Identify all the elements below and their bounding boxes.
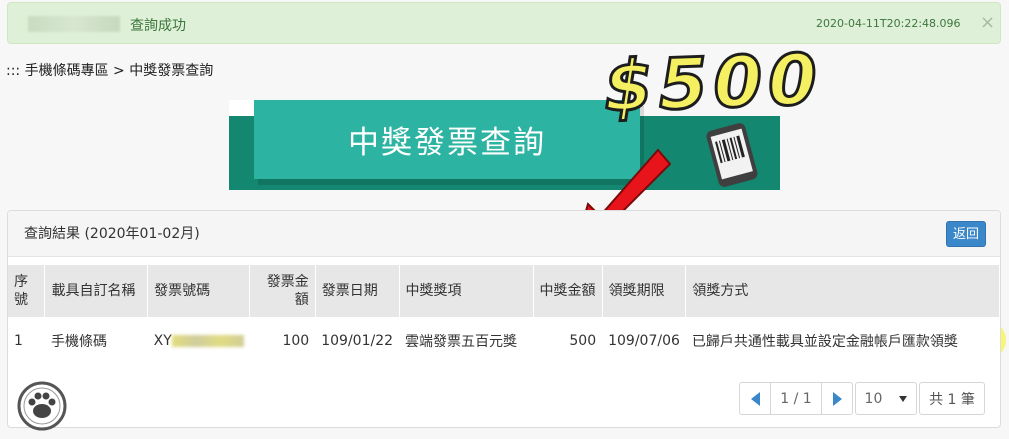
total-count: 共 1 筆	[919, 382, 985, 415]
cell-invoice-date: 109/01/22	[321, 333, 394, 349]
redacted-name	[28, 16, 120, 32]
col-claim-deadline[interactable]: 領獎期限	[602, 265, 687, 317]
page-indicator: 1 / 1	[770, 382, 822, 415]
col-invoice-date[interactable]: 發票日期	[315, 265, 400, 317]
chevron-right-icon	[832, 391, 842, 406]
invoice-prefix: XY	[153, 333, 172, 349]
col-carrier-name[interactable]: 載具自訂名稱	[44, 265, 149, 317]
panel-header: 查詢結果 (2020年01-02月) 返回	[8, 211, 1000, 257]
alert-message: 查詢成功	[130, 18, 186, 34]
col-invoice-number[interactable]: 發票號碼	[147, 265, 251, 317]
col-index[interactable]: 序號	[8, 265, 46, 317]
table-row: 1 手機條碼 XY 100 109/01/22 雲端發票五百元獎 500 109…	[8, 317, 1000, 365]
col-prize-amount[interactable]: 中獎金額	[533, 265, 603, 317]
close-icon[interactable]: ×	[980, 12, 995, 33]
chevron-down-icon	[899, 395, 908, 402]
chevron-left-icon	[750, 391, 760, 406]
panel-title: 查詢結果 (2020年01-02月)	[24, 226, 200, 242]
prize-amount-annotation: $500	[601, 37, 826, 130]
cell-carrier-name: 手機條碼	[50, 334, 107, 350]
page-size-value: 10	[864, 390, 883, 407]
cell-claim-deadline: 109/07/06	[608, 333, 680, 349]
cell-invoice-amount: 100	[282, 333, 310, 349]
cell-prize-item: 雲端發票五百元獎	[405, 334, 518, 350]
results-table: 序號 載具自訂名稱 發票號碼 發票金額 發票日期 中獎獎項 中獎金額 領獎期限 …	[8, 265, 1000, 365]
alert-timestamp: 2020-04-11T20:22:48.096	[816, 17, 961, 30]
success-alert: 查詢成功 2020-04-11T20:22:48.096 ×	[7, 2, 1001, 44]
redacted-invoice-digits	[171, 335, 244, 347]
cell-prize-amount: 500	[569, 333, 597, 349]
breadcrumb: ::: 手機條碼專區 > 中獎發票查詢	[6, 63, 214, 79]
col-prize-item[interactable]: 中獎獎項	[399, 265, 534, 317]
page-size-select[interactable]: 10	[855, 382, 917, 415]
banner-title: 中獎發票查詢	[348, 125, 546, 161]
col-invoice-amount[interactable]: 發票金額	[249, 265, 316, 317]
table-header-row: 序號 載具自訂名稱 發票號碼 發票金額 發票日期 中獎獎項 中獎金額 領獎期限 …	[8, 265, 1000, 317]
cell-index: 1	[14, 333, 23, 349]
cell-claim-method: 已歸戶共通性載具並設定金融帳戶匯款領獎	[691, 334, 958, 350]
prev-page-button[interactable]	[739, 382, 771, 415]
col-claim-method[interactable]: 領獎方式	[685, 265, 1000, 317]
next-page-button[interactable]	[821, 382, 853, 415]
cell-invoice-number: XY	[148, 317, 250, 365]
banner-notch	[229, 100, 254, 116]
back-button[interactable]: 返回	[945, 221, 986, 247]
paw-logo-icon	[17, 381, 67, 431]
